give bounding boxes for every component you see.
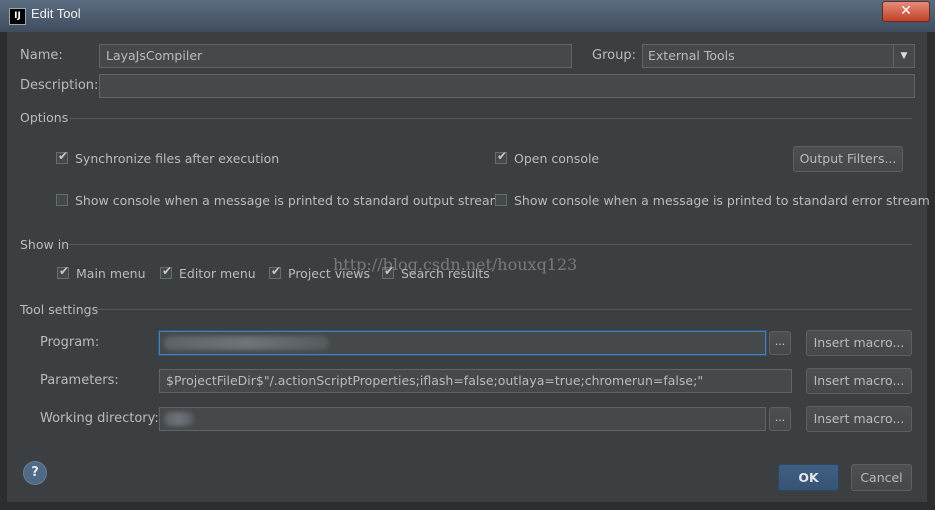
show-console-stderr-checkbox[interactable] [495,194,507,206]
main-menu-label: Main menu [76,266,146,281]
description-input[interactable] [99,74,915,98]
name-label: Name: [20,48,63,63]
ok-button[interactable]: OK [778,464,839,491]
working-directory-input[interactable] [159,407,766,431]
show-console-stdout-checkbox[interactable] [56,194,68,206]
sync-files-label: Synchronize files after execution [75,151,280,166]
group-label: Group: [592,48,636,63]
redacted-path [164,336,329,350]
options-section-title: Options [20,110,69,125]
working-directory-browse-button[interactable]: ... [769,407,791,431]
checkmark-icon: ✔ [162,264,173,278]
tool-settings-section-title: Tool settings [20,302,99,317]
editor-menu-checkbox[interactable]: ✔ [160,264,173,279]
working-directory-label: Working directory: [40,411,159,426]
sync-files-checkbox[interactable]: ✔ [56,149,69,164]
checkmark-icon: ✔ [59,264,70,278]
name-input[interactable]: LayaJsCompiler [99,44,572,68]
checkmark-icon: ✔ [271,264,282,278]
intellij-app-icon: IJ [9,8,26,25]
show-in-separator [68,244,912,245]
redacted-path [164,412,194,426]
program-browse-button[interactable]: ... [769,331,791,355]
program-label: Program: [40,335,100,350]
chevron-down-icon[interactable]: ▼ [893,45,914,67]
parameters-insert-macro-button[interactable]: Insert macro... [806,368,912,394]
description-label: Description: [20,78,99,93]
help-icon[interactable]: ? [23,461,47,485]
group-combobox[interactable]: External Tools ▼ [642,44,915,68]
checkmark-icon: ✔ [497,149,508,163]
options-separator [70,118,912,119]
cancel-button[interactable]: Cancel [851,464,912,491]
tool-settings-separator [94,309,912,310]
parameters-label: Parameters: [40,373,119,388]
editor-menu-label: Editor menu [179,266,256,281]
checkmark-icon: ✔ [58,149,69,163]
close-icon: ✕ [900,3,912,19]
project-views-checkbox[interactable]: ✔ [269,264,282,279]
title-bar[interactable]: IJ Edit Tool ✕ [0,0,935,32]
window-title: Edit Tool [31,6,81,21]
close-button[interactable]: ✕ [882,1,930,22]
parameters-input[interactable]: $ProjectFileDir$"/.actionScriptPropertie… [159,369,792,393]
open-console-checkbox[interactable]: ✔ [495,149,508,164]
show-in-section-title: Show in [20,237,70,252]
program-input[interactable] [159,331,766,355]
output-filters-button[interactable]: Output Filters... [793,146,903,172]
watermark: http://blog.csdn.net/houxq123 [333,255,578,274]
show-console-stdout-label: Show console when a message is printed t… [75,193,502,208]
working-directory-insert-macro-button[interactable]: Insert macro... [806,406,912,432]
main-menu-checkbox[interactable]: ✔ [57,264,70,279]
open-console-label: Open console [514,151,600,166]
show-console-stderr-label: Show console when a message is printed t… [514,193,930,208]
program-insert-macro-button[interactable]: Insert macro... [806,330,912,356]
group-selected-value: External Tools [648,48,735,63]
edit-tool-dialog: IJ Edit Tool ✕ Name: LayaJsCompiler Grou… [0,0,935,510]
